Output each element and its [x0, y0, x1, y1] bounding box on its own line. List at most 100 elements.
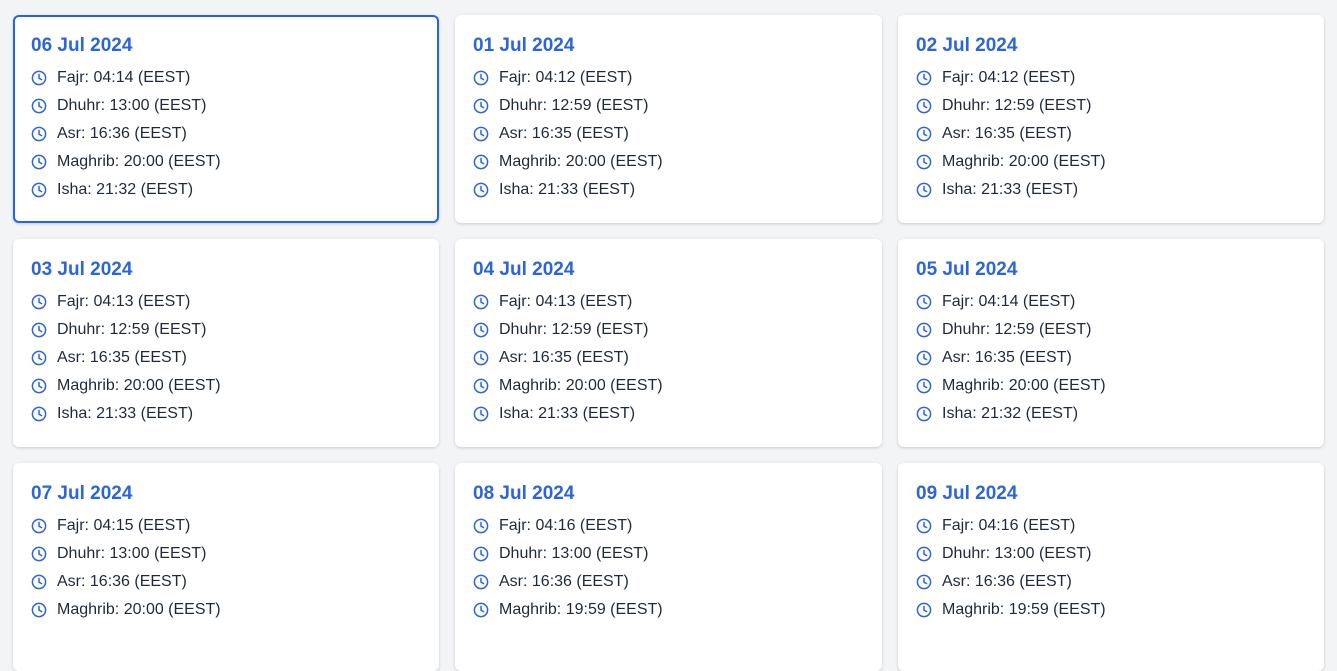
prayer-time-row: Asr: 16:36 (EEST) [31, 120, 421, 148]
prayer-time-row: Isha: 21:33 (EEST) [473, 400, 864, 428]
clock-icon [473, 518, 489, 534]
prayer-time-row: Maghrib: 20:00 (EEST) [31, 148, 421, 176]
clock-icon [473, 602, 489, 618]
prayer-time-row: Maghrib: 20:00 (EEST) [31, 372, 421, 400]
prayer-times-grid: 06 Jul 2024 Fajr: 04:14 (EEST) Dhuhr: 13… [0, 0, 1337, 671]
prayer-day-card[interactable]: 03 Jul 2024 Fajr: 04:13 (EEST) Dhuhr: 12… [13, 239, 439, 447]
prayer-time-row: Fajr: 04:14 (EEST) [31, 64, 421, 92]
prayer-time-row: Dhuhr: 13:00 (EEST) [916, 540, 1306, 568]
prayer-time-row: Dhuhr: 12:59 (EEST) [473, 92, 864, 120]
prayer-time-label: Maghrib: 20:00 (EEST) [499, 153, 663, 170]
prayer-time-row: Dhuhr: 13:00 (EEST) [31, 540, 421, 568]
prayer-time-row: Isha: 21:32 (EEST) [31, 176, 421, 204]
prayer-time-row: Asr: 16:36 (EEST) [31, 568, 421, 596]
clock-icon [916, 378, 932, 394]
prayer-time-label: Isha: 21:33 (EEST) [499, 181, 636, 198]
prayer-time-label: Asr: 16:35 (EEST) [57, 349, 187, 366]
card-date: 07 Jul 2024 [31, 483, 133, 504]
clock-icon [31, 126, 47, 142]
clock-icon [473, 406, 489, 422]
clock-icon [473, 154, 489, 170]
prayer-day-card[interactable]: 06 Jul 2024 Fajr: 04:14 (EEST) Dhuhr: 13… [13, 15, 439, 223]
prayer-time-row: Dhuhr: 12:59 (EEST) [916, 316, 1306, 344]
clock-icon [473, 574, 489, 590]
prayer-day-card[interactable]: 09 Jul 2024 Fajr: 04:16 (EEST) Dhuhr: 13… [898, 463, 1324, 671]
clock-icon [473, 182, 489, 198]
prayer-time-label: Maghrib: 19:59 (EEST) [499, 601, 663, 618]
prayer-time-label: Asr: 16:35 (EEST) [499, 125, 629, 142]
prayer-time-row: Fajr: 04:12 (EEST) [473, 64, 864, 92]
card-date: 05 Jul 2024 [916, 259, 1018, 280]
clock-icon [31, 70, 47, 86]
prayer-time-row: Asr: 16:35 (EEST) [916, 120, 1306, 148]
clock-icon [916, 602, 932, 618]
clock-icon [31, 546, 47, 562]
prayer-time-row: Dhuhr: 13:00 (EEST) [31, 92, 421, 120]
prayer-time-row: Isha: 21:33 (EEST) [473, 176, 864, 204]
prayer-time-label: Asr: 16:35 (EEST) [499, 349, 629, 366]
clock-icon [916, 182, 932, 198]
clock-icon [31, 350, 47, 366]
clock-icon [916, 350, 932, 366]
prayer-time-row: Isha: 21:33 (EEST) [916, 176, 1306, 204]
prayer-time-row: Fajr: 04:13 (EEST) [473, 288, 864, 316]
clock-icon [31, 602, 47, 618]
prayer-day-card[interactable]: 02 Jul 2024 Fajr: 04:12 (EEST) Dhuhr: 12… [898, 15, 1324, 223]
prayer-day-card[interactable]: 04 Jul 2024 Fajr: 04:13 (EEST) Dhuhr: 12… [455, 239, 882, 447]
prayer-time-row: Fajr: 04:12 (EEST) [916, 64, 1306, 92]
prayer-time-row: Asr: 16:36 (EEST) [473, 568, 864, 596]
clock-icon [31, 378, 47, 394]
prayer-time-label: Dhuhr: 13:00 (EEST) [499, 545, 649, 562]
prayer-time-label: Maghrib: 20:00 (EEST) [499, 377, 663, 394]
prayer-time-row: Maghrib: 20:00 (EEST) [31, 596, 421, 624]
prayer-time-label: Asr: 16:36 (EEST) [57, 125, 187, 142]
prayer-time-row: Asr: 16:35 (EEST) [473, 344, 864, 372]
prayer-time-label: Maghrib: 20:00 (EEST) [57, 601, 221, 618]
prayer-time-row: Isha: 21:33 (EEST) [31, 400, 421, 428]
clock-icon [916, 574, 932, 590]
prayer-time-label: Fajr: 04:16 (EEST) [942, 517, 1076, 534]
clock-icon [473, 350, 489, 366]
prayer-time-row: Fajr: 04:16 (EEST) [916, 512, 1306, 540]
clock-icon [31, 154, 47, 170]
prayer-time-label: Fajr: 04:13 (EEST) [57, 293, 191, 310]
prayer-time-row: Maghrib: 20:00 (EEST) [473, 148, 864, 176]
prayer-time-row: Fajr: 04:14 (EEST) [916, 288, 1306, 316]
clock-icon [31, 294, 47, 310]
clock-icon [916, 126, 932, 142]
clock-icon [473, 70, 489, 86]
clock-icon [916, 154, 932, 170]
prayer-time-label: Isha: 21:33 (EEST) [942, 181, 1079, 198]
clock-icon [473, 322, 489, 338]
prayer-time-label: Fajr: 04:13 (EEST) [499, 293, 633, 310]
prayer-time-label: Isha: 21:33 (EEST) [499, 405, 636, 422]
prayer-day-card[interactable]: 07 Jul 2024 Fajr: 04:15 (EEST) Dhuhr: 13… [13, 463, 439, 671]
prayer-time-label: Maghrib: 20:00 (EEST) [57, 377, 221, 394]
clock-icon [31, 98, 47, 114]
prayer-time-row: Fajr: 04:16 (EEST) [473, 512, 864, 540]
clock-icon [916, 294, 932, 310]
prayer-time-label: Fajr: 04:16 (EEST) [499, 517, 633, 534]
clock-icon [31, 182, 47, 198]
prayer-time-label: Fajr: 04:14 (EEST) [942, 293, 1076, 310]
card-date: 01 Jul 2024 [473, 35, 575, 56]
prayer-time-label: Dhuhr: 13:00 (EEST) [57, 545, 207, 562]
prayer-time-label: Maghrib: 20:00 (EEST) [942, 377, 1106, 394]
prayer-time-label: Maghrib: 20:00 (EEST) [57, 153, 221, 170]
clock-icon [473, 378, 489, 394]
clock-icon [473, 294, 489, 310]
card-date: 03 Jul 2024 [31, 259, 133, 280]
prayer-day-card[interactable]: 01 Jul 2024 Fajr: 04:12 (EEST) Dhuhr: 12… [455, 15, 882, 223]
clock-icon [31, 322, 47, 338]
prayer-time-label: Maghrib: 20:00 (EEST) [942, 153, 1106, 170]
prayer-time-row: Fajr: 04:15 (EEST) [31, 512, 421, 540]
prayer-time-row: Isha: 21:32 (EEST) [916, 400, 1306, 428]
prayer-time-label: Dhuhr: 12:59 (EEST) [942, 97, 1092, 114]
prayer-time-label: Asr: 16:36 (EEST) [942, 573, 1072, 590]
prayer-day-card[interactable]: 08 Jul 2024 Fajr: 04:16 (EEST) Dhuhr: 13… [455, 463, 882, 671]
prayer-time-label: Fajr: 04:15 (EEST) [57, 517, 191, 534]
card-date: 06 Jul 2024 [31, 35, 133, 56]
prayer-day-card[interactable]: 05 Jul 2024 Fajr: 04:14 (EEST) Dhuhr: 12… [898, 239, 1324, 447]
prayer-time-row: Asr: 16:35 (EEST) [31, 344, 421, 372]
prayer-time-label: Asr: 16:36 (EEST) [499, 573, 629, 590]
